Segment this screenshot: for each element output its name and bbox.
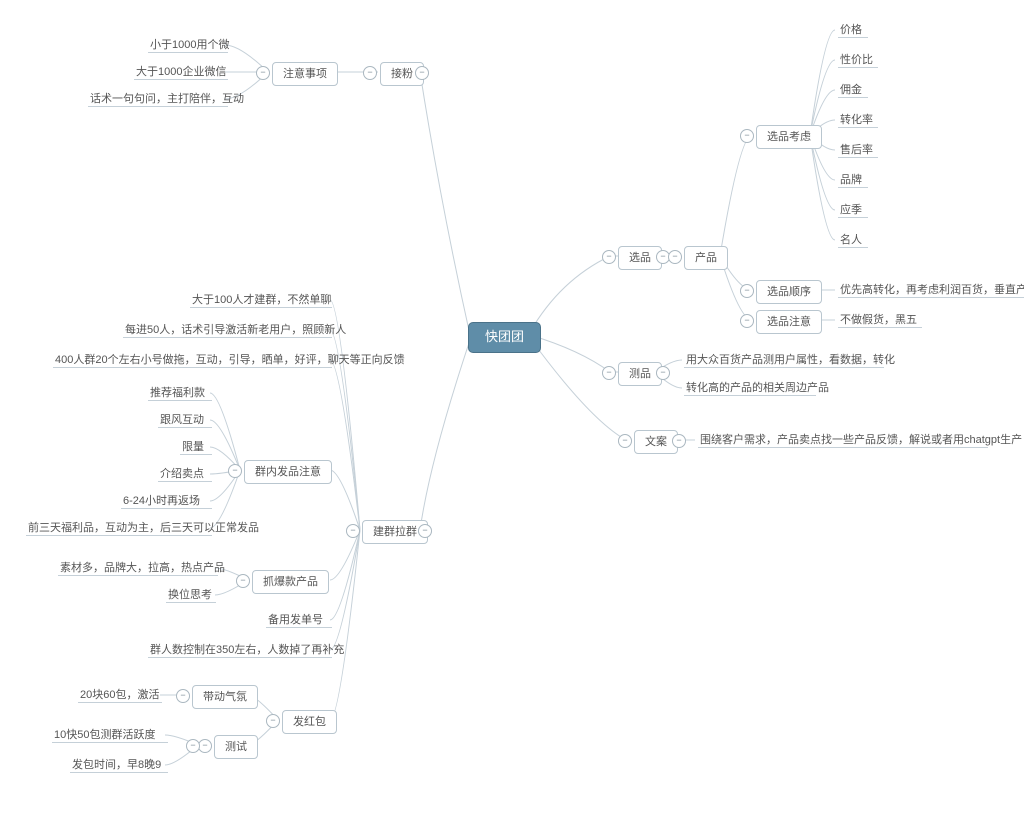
node-xuanpinshunxu[interactable]: 选品顺序 — [756, 280, 822, 304]
leaf: 20块60包，激活 — [80, 688, 159, 702]
collapse-icon[interactable]: − — [186, 739, 200, 753]
leaf: 应季 — [840, 203, 862, 217]
leaf: 话术一句句问，主打陪伴，互动 — [90, 92, 244, 106]
leaf: 转化率 — [840, 113, 873, 127]
leaf: 发包时间，早8晚9 — [72, 758, 161, 772]
leaf: 限量 — [182, 440, 204, 454]
collapse-icon[interactable]: − — [602, 366, 616, 380]
node-daidongqifen[interactable]: 带动气氛 — [192, 685, 258, 709]
collapse-icon[interactable]: − — [228, 464, 242, 478]
leaf: 群人数控制在350左右，人数掉了再补充 — [150, 643, 344, 657]
collapse-icon[interactable]: − — [363, 66, 377, 80]
leaf: 推荐福利款 — [150, 386, 205, 400]
leaf: 备用发单号 — [268, 613, 323, 627]
leaf: 性价比 — [840, 53, 873, 67]
leaf: 前三天福利品，互动为主，后三天可以正常发品 — [28, 521, 259, 535]
collapse-icon[interactable]: − — [740, 129, 754, 143]
leaf: 介绍卖点 — [160, 467, 204, 481]
leaf: 素材多，品牌大，拉高，热点产品 — [60, 561, 225, 575]
collapse-icon[interactable]: − — [740, 284, 754, 298]
root-node[interactable]: 快团团 — [468, 322, 541, 353]
leaf: 6-24小时再返场 — [123, 494, 200, 508]
collapse-icon[interactable]: − — [236, 574, 250, 588]
node-qunneifapin[interactable]: 群内发品注意 — [244, 460, 332, 484]
collapse-icon[interactable]: − — [176, 689, 190, 703]
leaf: 优先高转化，再考虑利润百货，垂直产品，品牌产品 — [840, 283, 1024, 297]
leaf: 大于1000企业微信 — [136, 65, 226, 79]
node-zhuabao[interactable]: 抓爆款产品 — [252, 570, 329, 594]
collapse-icon[interactable]: − — [672, 434, 686, 448]
leaf: 每进50人，话术引导激活新老用户，照顾新人 — [125, 323, 346, 337]
leaf: 围绕客户需求，产品卖点找一些产品反馈，解说或者用chatgpt生产 — [700, 433, 1022, 447]
leaf: 价格 — [840, 23, 862, 37]
collapse-icon[interactable]: − — [198, 739, 212, 753]
collapse-icon[interactable]: − — [266, 714, 280, 728]
leaf: 不做假货，黑五 — [840, 313, 917, 327]
leaf: 大于100人才建群，不然单聊 — [192, 293, 331, 307]
leaf: 转化高的产品的相关周边产品 — [686, 381, 829, 395]
leaf: 名人 — [840, 233, 862, 247]
collapse-icon[interactable]: − — [602, 250, 616, 264]
leaf: 400人群20个左右小号做拖，互动，引导，晒单，好评，聊天等正向反馈 — [55, 353, 405, 367]
node-fahongbao[interactable]: 发红包 — [282, 710, 337, 734]
collapse-icon[interactable]: − — [256, 66, 270, 80]
node-xuanpinzhuyi[interactable]: 选品注意 — [756, 310, 822, 334]
collapse-icon[interactable]: − — [740, 314, 754, 328]
collapse-icon[interactable]: − — [656, 366, 670, 380]
collapse-icon[interactable]: − — [668, 250, 682, 264]
leaf: 小于1000用个微 — [150, 38, 229, 52]
leaf: 换位思考 — [168, 588, 212, 602]
node-ceshi[interactable]: 测试 — [214, 735, 258, 759]
node-zhuyishixiang[interactable]: 注意事项 — [272, 62, 338, 86]
collapse-icon[interactable]: − — [618, 434, 632, 448]
leaf: 用大众百货产品测用户属性，看数据，转化 — [686, 353, 895, 367]
leaf: 售后率 — [840, 143, 873, 157]
leaf: 品牌 — [840, 173, 862, 187]
leaf: 跟风互动 — [160, 413, 204, 427]
leaf: 佣金 — [840, 83, 862, 97]
leaf: 10快50包测群活跃度 — [54, 728, 155, 742]
node-chanpin[interactable]: 产品 — [684, 246, 728, 270]
collapse-icon[interactable]: − — [415, 66, 429, 80]
collapse-icon[interactable]: − — [418, 524, 432, 538]
node-xuanpinkaoliang[interactable]: 选品考虑 — [756, 125, 822, 149]
collapse-icon[interactable]: − — [346, 524, 360, 538]
